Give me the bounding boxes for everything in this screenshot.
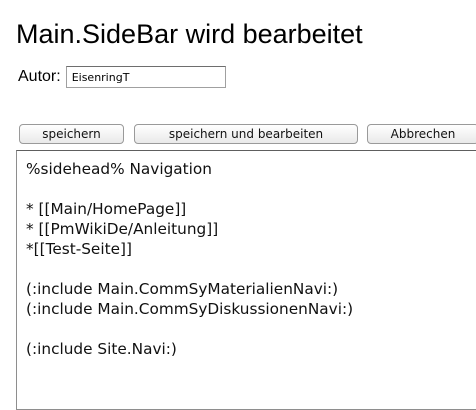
editor-line: *[[Test-Seite]] <box>26 240 132 258</box>
wiki-text-editor[interactable]: %sidehead% Navigation * [[Main/HomePage]]… <box>16 150 476 410</box>
editor-line: * [[PmWikiDe/Anleitung]] <box>26 220 219 238</box>
author-row: Autor: <box>18 64 226 90</box>
editor-line: (:include Main.CommSyDiskussionenNavi:) <box>26 300 354 318</box>
editor-line: (:include Site.Navi:) <box>26 340 177 358</box>
cancel-button[interactable]: Abbrechen <box>367 124 476 144</box>
save-and-edit-button[interactable]: speichern und bearbeiten <box>134 124 358 144</box>
editor-line: * [[Main/HomePage]] <box>26 200 187 218</box>
editor-line: (:include Main.CommSyMaterialienNavi:) <box>26 280 339 298</box>
page-title: Main.SideBar wird bearbeitet <box>16 19 363 49</box>
author-label: Autor: <box>18 68 61 85</box>
author-input[interactable] <box>65 66 226 88</box>
editor-line: %sidehead% Navigation <box>26 160 212 178</box>
save-button[interactable]: speichern <box>19 124 124 144</box>
